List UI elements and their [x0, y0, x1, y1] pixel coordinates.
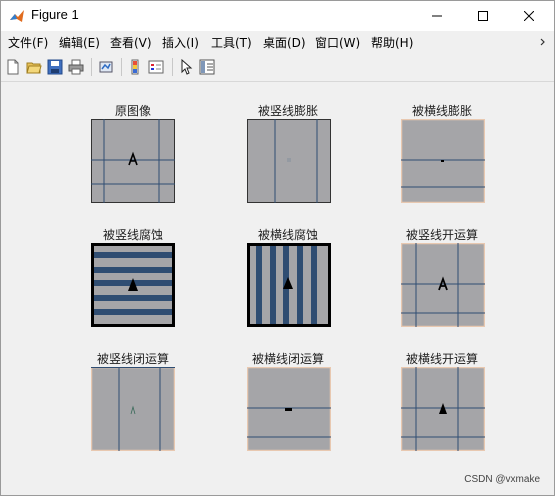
insert-legend-button[interactable] [146, 57, 166, 77]
title-bar: Figure 1 [1, 1, 554, 31]
menu-view[interactable]: 查看(V) [110, 34, 152, 51]
subplot-title: 被竖线开运算 [405, 228, 478, 242]
maximize-button[interactable] [460, 1, 506, 31]
menu-bar: 文件(F) 编辑(E) 查看(V) 插入(I) 工具(T) 桌面(D) 窗口(W… [1, 31, 554, 53]
watermark-text: CSDN @vxmake [464, 474, 540, 485]
menu-tools[interactable]: 工具(T) [211, 34, 252, 51]
subplot-image[interactable] [247, 119, 331, 203]
subplot-title: 被横线腐蚀 [257, 228, 318, 242]
menu-help[interactable]: 帮助(H) [371, 34, 413, 51]
subplot-image[interactable] [401, 119, 485, 203]
subplot-title: 被横线开运算 [405, 352, 478, 366]
minimize-icon [432, 15, 442, 17]
maximize-icon [478, 11, 488, 21]
close-button[interactable] [506, 1, 552, 31]
new-figure-button[interactable] [3, 57, 23, 77]
minimize-button[interactable] [414, 1, 460, 31]
link-plot-icon [99, 61, 113, 73]
subplot-title: 被横线膨胀 [411, 104, 472, 118]
insert-colorbar-button[interactable] [125, 57, 145, 77]
pointer-button[interactable] [176, 57, 196, 77]
subplot-title: 被横线闭运算 [251, 352, 324, 366]
subplot-title: 被竖线闭运算 [96, 352, 169, 366]
new-figure-icon [7, 59, 19, 75]
print-button[interactable] [66, 57, 86, 77]
subplot-image[interactable] [401, 367, 485, 451]
toolbar-separator [121, 58, 122, 76]
open-file-icon [26, 62, 42, 74]
subplot-title: 被竖线腐蚀 [102, 228, 163, 242]
close-icon [524, 11, 534, 21]
menu-file[interactable]: 文件(F) [8, 34, 48, 51]
save-icon [47, 59, 63, 75]
insert-colorbar-icon [131, 59, 139, 75]
menu-desktop[interactable]: 桌面(D) [263, 34, 306, 51]
subplot-image[interactable] [247, 243, 331, 327]
toolbar [1, 53, 554, 82]
subplot-image[interactable] [247, 367, 331, 451]
toolbar-separator [91, 58, 92, 76]
subplot-image[interactable] [91, 119, 175, 203]
property-editor-icon [199, 59, 215, 75]
link-plot-button[interactable] [96, 57, 116, 77]
property-editor-button[interactable] [197, 57, 217, 77]
pointer-icon [181, 59, 193, 75]
insert-legend-icon [148, 60, 164, 74]
subplot-image[interactable] [91, 367, 175, 451]
toolbar-separator [172, 58, 173, 76]
print-icon [68, 59, 84, 75]
matlab-icon [10, 10, 24, 22]
menu-insert[interactable]: 插入(I) [162, 34, 199, 51]
figure-canvas: 原图像 被竖线膨胀 被横线膨胀 被竖线腐蚀 被横线腐蚀 被竖线开运算 被竖线闭运… [1, 82, 554, 495]
figure-window: Figure 1 文件(F) 编辑(E) 查看(V) 插入(I) 工具(T) 桌… [0, 0, 555, 496]
save-button[interactable] [45, 57, 65, 77]
subplot-title: 原图像 [114, 104, 151, 118]
window-title: Figure 1 [31, 7, 79, 22]
subplot-title: 被竖线膨胀 [257, 104, 318, 118]
subplot-image[interactable] [91, 243, 175, 327]
menu-edit[interactable]: 编辑(E) [59, 34, 100, 51]
subplot-image[interactable] [401, 243, 485, 327]
chevron-icon[interactable] [538, 37, 548, 47]
menu-window[interactable]: 窗口(W) [315, 34, 360, 51]
open-file-button[interactable] [24, 57, 44, 77]
